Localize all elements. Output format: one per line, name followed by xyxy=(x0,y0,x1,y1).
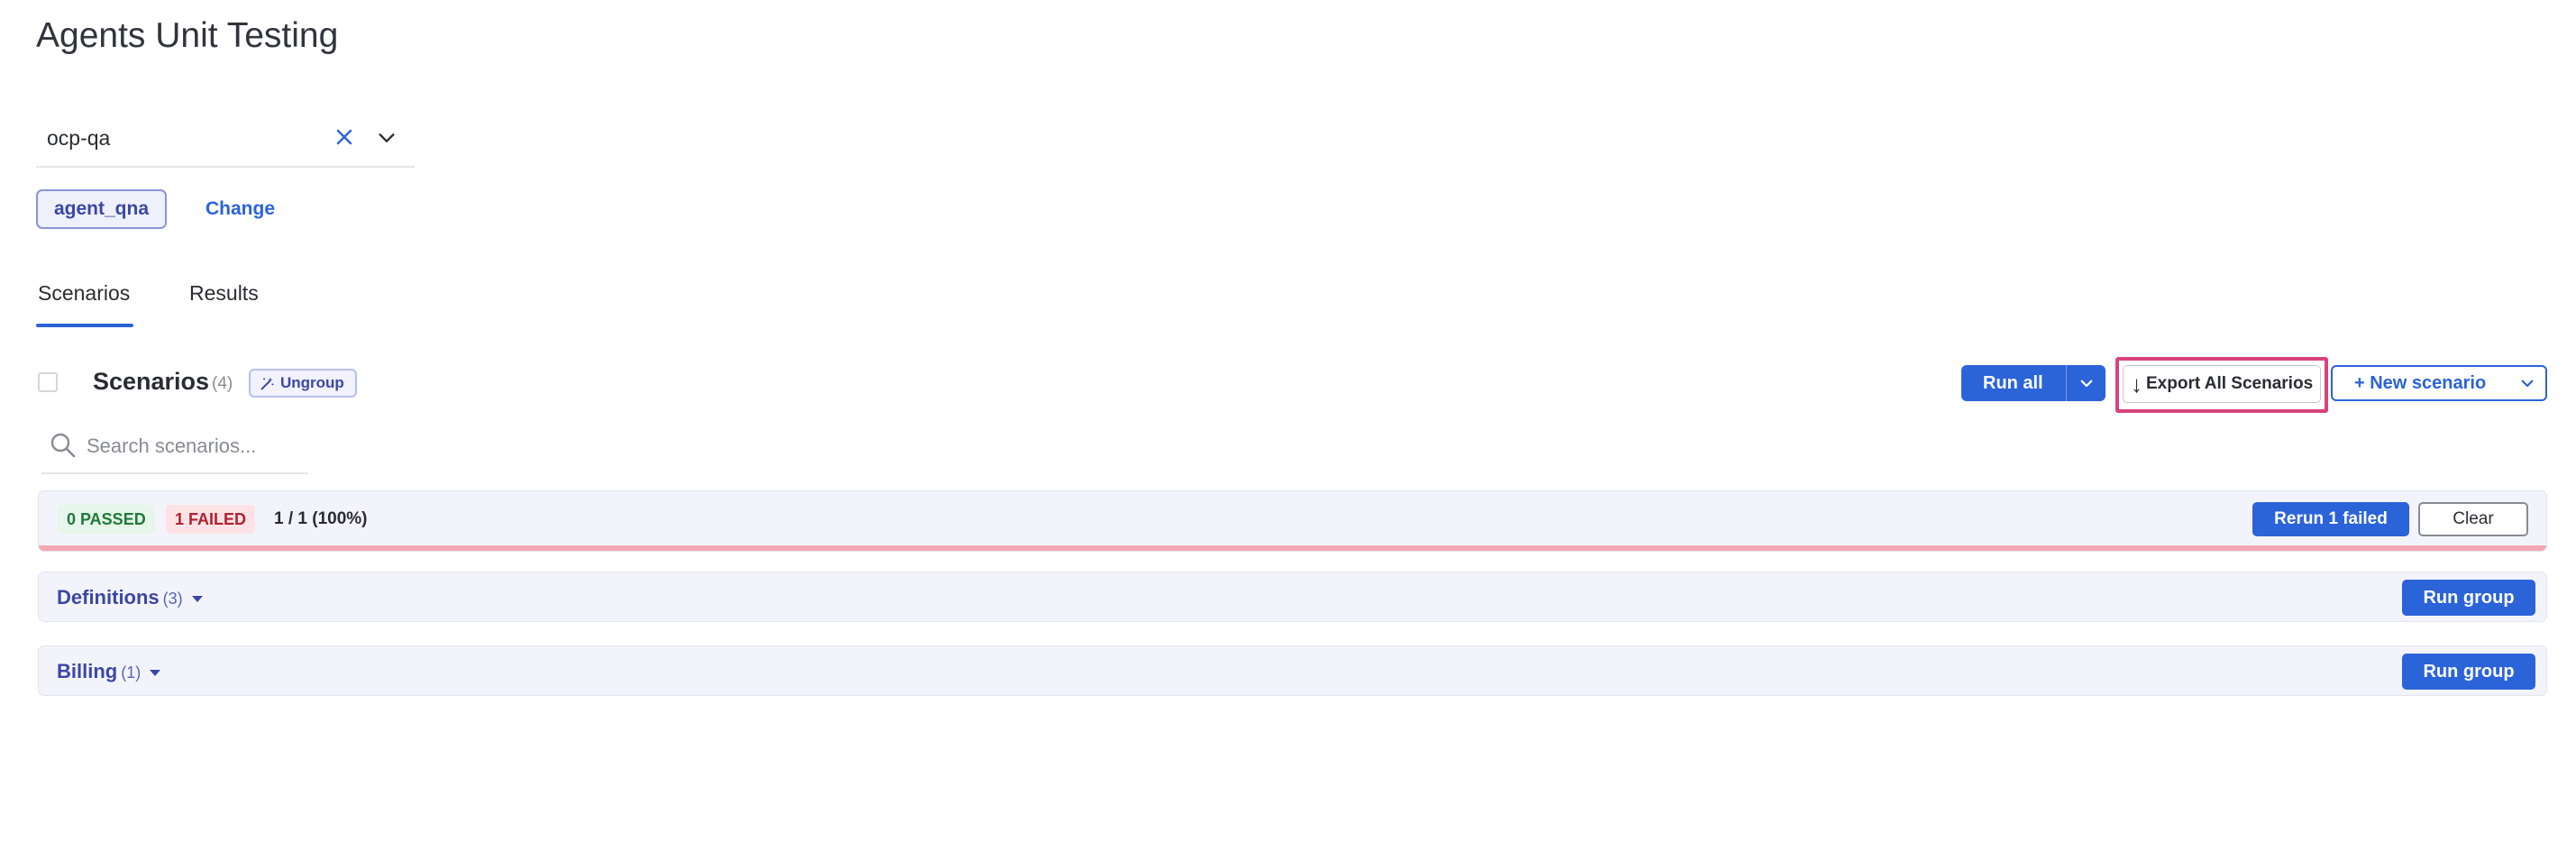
passed-badge: 0 PASSED xyxy=(58,505,155,534)
clear-results-button[interactable]: Clear xyxy=(2418,502,2528,536)
run-group-button[interactable]: Run group xyxy=(2402,654,2535,690)
org-select-value: ocp-qa xyxy=(47,126,111,150)
caret-down-icon xyxy=(191,595,203,602)
run-all-label: Run all xyxy=(1983,372,2043,393)
ungroup-label: Ungroup xyxy=(280,374,344,391)
group-count: (1) xyxy=(121,663,142,682)
search-input[interactable] xyxy=(87,431,303,462)
magic-wand-icon xyxy=(260,377,274,389)
group-row-definitions: Definitions (3) Run group xyxy=(38,572,2547,622)
rerun-failed-button[interactable]: Rerun 1 failed xyxy=(2252,502,2409,536)
group-toggle-billing[interactable]: Billing (1) xyxy=(57,660,161,683)
failed-badge: 1 FAILED xyxy=(166,505,256,534)
chevron-down-icon xyxy=(2080,380,2092,388)
agent-chip[interactable]: agent_qna xyxy=(36,189,168,229)
chevron-down-icon xyxy=(2521,380,2534,388)
scenarios-title: Scenarios xyxy=(93,368,210,395)
results-summary-bar xyxy=(38,490,2547,552)
search-icon xyxy=(50,433,76,458)
group-count: (3) xyxy=(162,590,183,608)
caret-down-icon xyxy=(150,669,161,676)
group-name: Definitions xyxy=(57,586,160,609)
org-select[interactable]: ocp-qa xyxy=(36,115,415,168)
new-scenario-label: + New scenario xyxy=(2354,372,2487,393)
run-all-button[interactable]: Run all xyxy=(1961,365,2106,401)
group-row-billing: Billing (1) Run group xyxy=(38,645,2547,696)
page-title: Agents Unit Testing xyxy=(36,16,339,55)
select-all-checkbox[interactable] xyxy=(38,372,58,392)
ungroup-button[interactable]: Ungroup xyxy=(249,369,357,398)
download-arrow-icon: ↓ xyxy=(2131,370,2142,398)
chevron-down-icon[interactable] xyxy=(377,128,397,148)
tab-scenarios[interactable]: Scenarios xyxy=(38,281,130,306)
export-all-scenarios-button[interactable]: ↓ Export All Scenarios xyxy=(2123,365,2321,403)
tab-results[interactable]: Results xyxy=(189,281,259,306)
group-toggle-definitions[interactable]: Definitions (3) xyxy=(57,586,203,609)
new-scenario-dropdown[interactable] xyxy=(2509,375,2545,391)
progress-text: 1 / 1 (100%) xyxy=(274,509,368,528)
scenarios-count: (4) xyxy=(212,374,233,393)
active-tab-indicator xyxy=(36,324,133,327)
run-group-button[interactable]: Run group xyxy=(2402,580,2535,616)
clear-icon[interactable] xyxy=(333,126,355,148)
search-bar xyxy=(41,424,308,474)
results-progress-bar xyxy=(39,545,2546,551)
export-label: Export All Scenarios xyxy=(2146,374,2314,393)
group-name: Billing xyxy=(57,660,118,682)
new-scenario-button[interactable]: + New scenario xyxy=(2331,365,2547,401)
change-agent-link[interactable]: Change xyxy=(206,198,275,220)
run-all-dropdown[interactable] xyxy=(2066,365,2106,401)
